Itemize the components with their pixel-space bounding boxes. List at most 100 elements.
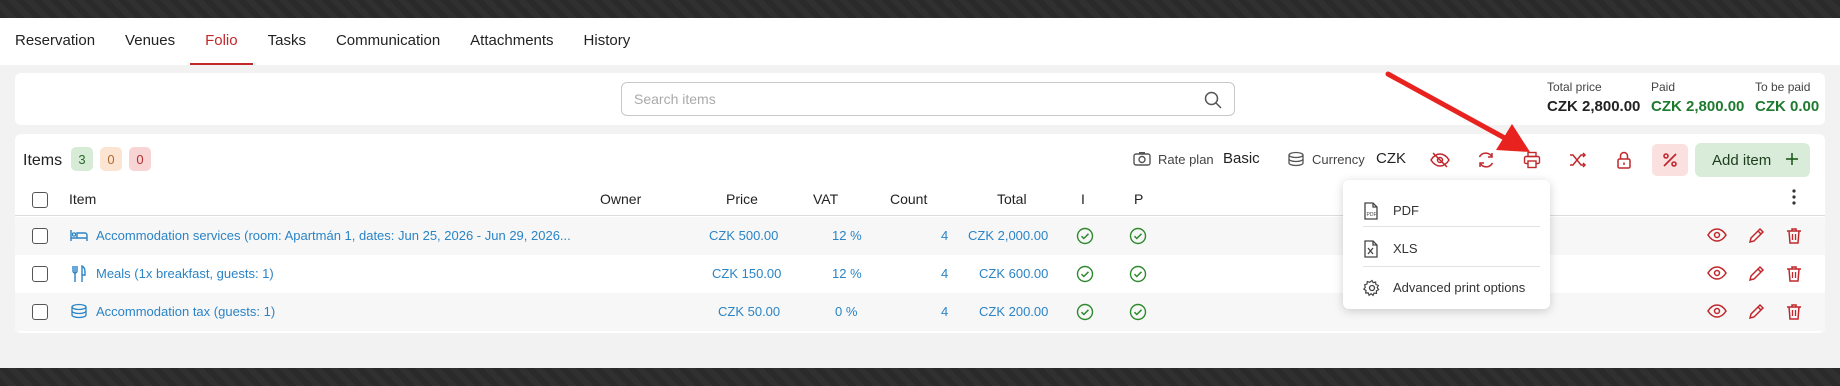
eye-icon[interactable]	[1707, 303, 1727, 324]
row-checkbox[interactable]	[32, 304, 48, 320]
col-item: Item	[69, 191, 97, 207]
lock-button[interactable]	[1606, 144, 1642, 176]
pdf-file-icon: PDF	[1363, 202, 1379, 225]
menu-item-pdf-label: PDF	[1393, 203, 1419, 218]
menu-divider	[1363, 266, 1540, 267]
item-count: 4	[941, 228, 949, 243]
item-name[interactable]: Accommodation tax (guests: 1)	[96, 304, 275, 319]
menu-item-advanced-print-label: Advanced print options	[1393, 280, 1526, 295]
check-circle-icon	[1129, 265, 1147, 288]
items-title: Items	[23, 152, 63, 169]
refresh-button[interactable]	[1468, 144, 1504, 176]
hide-button[interactable]	[1422, 144, 1458, 176]
trash-icon[interactable]	[1786, 227, 1802, 250]
row-checkbox[interactable]	[32, 228, 48, 244]
trash-icon[interactable]	[1786, 303, 1802, 326]
col-count: Count	[890, 191, 928, 207]
bed-icon	[70, 227, 88, 248]
printer-icon	[1523, 151, 1541, 169]
tab-folio[interactable]: Folio	[190, 18, 253, 65]
bottom-border	[0, 368, 1840, 386]
tab-venues[interactable]: Venues	[110, 18, 190, 65]
paid-label: Paid	[1651, 80, 1676, 94]
rate-plan-label-group[interactable]: Rate plan	[1133, 151, 1214, 167]
total-price-label: Total price	[1547, 80, 1602, 94]
shuffle-button[interactable]	[1560, 144, 1596, 176]
rate-plan-value[interactable]: Basic	[1223, 150, 1260, 167]
tab-attachments[interactable]: Attachments	[455, 18, 568, 65]
item-vat: 0 %	[835, 304, 858, 319]
table-row: Accommodation tax (guests: 1) CZK 50.00 …	[15, 293, 1825, 331]
total-price: Total price CZK 2,800.00	[1547, 80, 1640, 115]
svg-text:PDF: PDF	[1367, 212, 1377, 218]
currency-value[interactable]: CZK	[1376, 150, 1406, 167]
search-input[interactable]	[634, 91, 1194, 107]
to-be-paid-label: To be paid	[1755, 80, 1811, 94]
gear-icon	[1362, 279, 1381, 302]
tab-tasks[interactable]: Tasks	[253, 18, 321, 65]
badge-count-green: 3	[71, 147, 93, 171]
table-row: Meals (1x breakfast, guests: 1) CZK 150.…	[15, 255, 1825, 293]
eye-icon[interactable]	[1707, 265, 1727, 286]
item-total: CZK 2,000.00	[968, 228, 1049, 243]
select-all-checkbox[interactable]	[32, 192, 48, 208]
search-icon[interactable]	[1204, 91, 1222, 114]
add-item-button[interactable]: Add item	[1695, 143, 1810, 177]
col-vat: VAT	[813, 191, 839, 207]
item-name[interactable]: Accommodation services (room: Apartmán 1…	[96, 228, 571, 243]
item-total: CZK 600.00	[979, 266, 1049, 281]
menu-item-advanced-print[interactable]: Advanced print options	[1343, 268, 1550, 307]
refresh-icon	[1477, 151, 1495, 169]
item-price: CZK 50.00	[718, 304, 781, 319]
to-be-paid: To be paid CZK 0.00	[1755, 80, 1819, 115]
rate-plan-label: Rate plan	[1158, 151, 1214, 167]
print-button[interactable]	[1514, 144, 1550, 176]
add-item-label: Add item	[1712, 151, 1772, 169]
table-header: Item Owner Price VAT Count Total I P	[15, 183, 1825, 216]
pencil-icon[interactable]	[1747, 265, 1765, 288]
xls-file-icon	[1363, 240, 1379, 263]
discount-button[interactable]	[1652, 144, 1688, 176]
menu-item-xls[interactable]: XLS	[1343, 229, 1550, 268]
tab-communication[interactable]: Communication	[321, 18, 455, 65]
badge-count-red: 0	[129, 147, 151, 171]
currency-label-group[interactable]: Currency	[1287, 151, 1365, 167]
pencil-icon[interactable]	[1747, 303, 1765, 326]
badge-count-orange: 0	[100, 147, 122, 171]
check-circle-icon	[1129, 227, 1147, 250]
search-box	[621, 82, 1235, 116]
check-circle-icon	[1076, 227, 1094, 250]
check-circle-icon	[1076, 265, 1094, 288]
item-count: 4	[941, 266, 949, 281]
coins-icon	[1287, 151, 1305, 167]
paid: Paid CZK 2,800.00	[1651, 80, 1744, 115]
search-card: Total price CZK 2,800.00 Paid CZK 2,800.…	[15, 73, 1825, 125]
col-p: P	[1134, 191, 1144, 207]
tab-reservation[interactable]: Reservation	[0, 18, 110, 65]
menu-item-xls-label: XLS	[1393, 241, 1418, 256]
percent-icon	[1662, 152, 1678, 168]
items-card: Items 3 0 0 Rate plan Basic Currency CZK	[15, 134, 1825, 333]
item-name[interactable]: Meals (1x breakfast, guests: 1)	[96, 266, 274, 281]
shuffle-icon	[1569, 152, 1587, 168]
col-owner: Owner	[600, 191, 642, 207]
col-total: Total	[997, 191, 1027, 207]
item-price: CZK 150.00	[712, 266, 782, 281]
eye-icon[interactable]	[1707, 227, 1727, 248]
tab-history[interactable]: History	[569, 18, 646, 65]
item-vat: 12 %	[832, 228, 862, 243]
more-options-icon[interactable]	[1791, 188, 1797, 209]
col-i: I	[1081, 191, 1085, 207]
check-circle-icon	[1129, 303, 1147, 326]
check-circle-icon	[1076, 303, 1094, 326]
item-count: 4	[941, 304, 949, 319]
to-be-paid-value: CZK 0.00	[1755, 98, 1820, 115]
table-row: Accommodation services (room: Apartmán 1…	[15, 217, 1825, 255]
menu-item-pdf[interactable]: PDF PDF	[1343, 191, 1550, 230]
plus-icon	[1784, 151, 1800, 171]
eye-off-icon	[1430, 152, 1450, 168]
pencil-icon[interactable]	[1747, 227, 1765, 250]
row-checkbox[interactable]	[32, 266, 48, 282]
trash-icon[interactable]	[1786, 265, 1802, 288]
tab-bar: Reservation Venues Folio Tasks Communica…	[0, 18, 1840, 65]
